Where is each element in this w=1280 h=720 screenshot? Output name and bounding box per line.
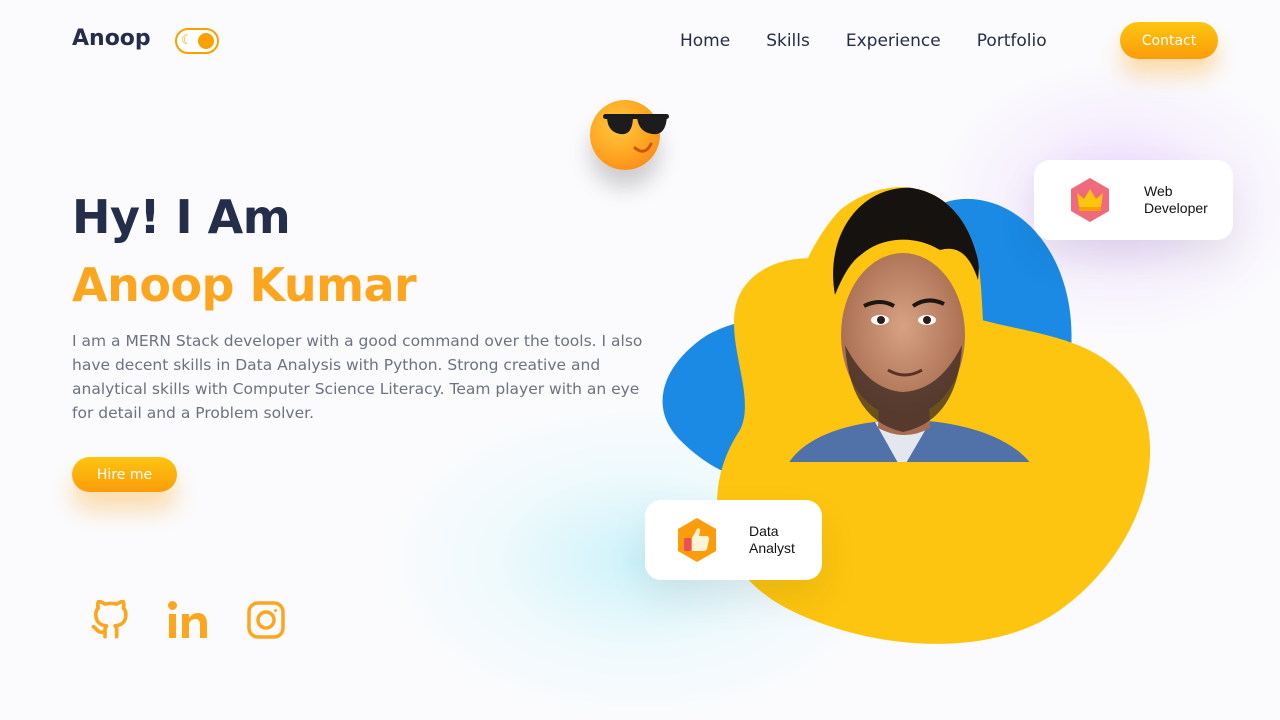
brand-logo[interactable]: Anoop bbox=[72, 26, 151, 51]
web-label-line1: Web bbox=[1144, 183, 1173, 199]
moon-icon: ☾ bbox=[181, 33, 193, 48]
crown-icon bbox=[1071, 178, 1109, 222]
github-icon[interactable] bbox=[88, 598, 132, 642]
toggle-knob bbox=[198, 33, 214, 49]
data-label-line2: Analyst bbox=[749, 540, 795, 556]
web-developer-card: Web Developer bbox=[1034, 160, 1233, 240]
hero-bio: I am a MERN Stack developer with a good … bbox=[72, 332, 643, 422]
theme-toggle[interactable]: ☾ bbox=[175, 28, 219, 54]
hire-me-button[interactable]: Hire me bbox=[72, 457, 177, 492]
web-developer-label: Web Developer bbox=[1144, 183, 1224, 217]
contact-button[interactable]: Contact bbox=[1120, 22, 1218, 59]
data-analyst-label: Data Analyst bbox=[749, 523, 822, 557]
instagram-icon[interactable] bbox=[244, 598, 288, 642]
data-analyst-card: Data Analyst bbox=[645, 500, 822, 580]
nav-experience[interactable]: Experience bbox=[846, 31, 941, 51]
nav-skills[interactable]: Skills bbox=[766, 31, 810, 51]
social-links bbox=[88, 598, 288, 642]
linkedin-icon[interactable] bbox=[166, 598, 210, 642]
main-nav: Home Skills Experience Portfolio bbox=[680, 31, 1047, 51]
nav-portfolio[interactable]: Portfolio bbox=[977, 31, 1047, 51]
hero-name: Anoop Kumar bbox=[72, 258, 417, 312]
thumbs-up-icon bbox=[678, 518, 716, 562]
data-label-line1: Data bbox=[749, 523, 779, 539]
hero-greeting: Hy! I Am bbox=[72, 190, 291, 244]
web-label-line2: Developer bbox=[1144, 200, 1208, 216]
nav-home[interactable]: Home bbox=[680, 31, 730, 51]
